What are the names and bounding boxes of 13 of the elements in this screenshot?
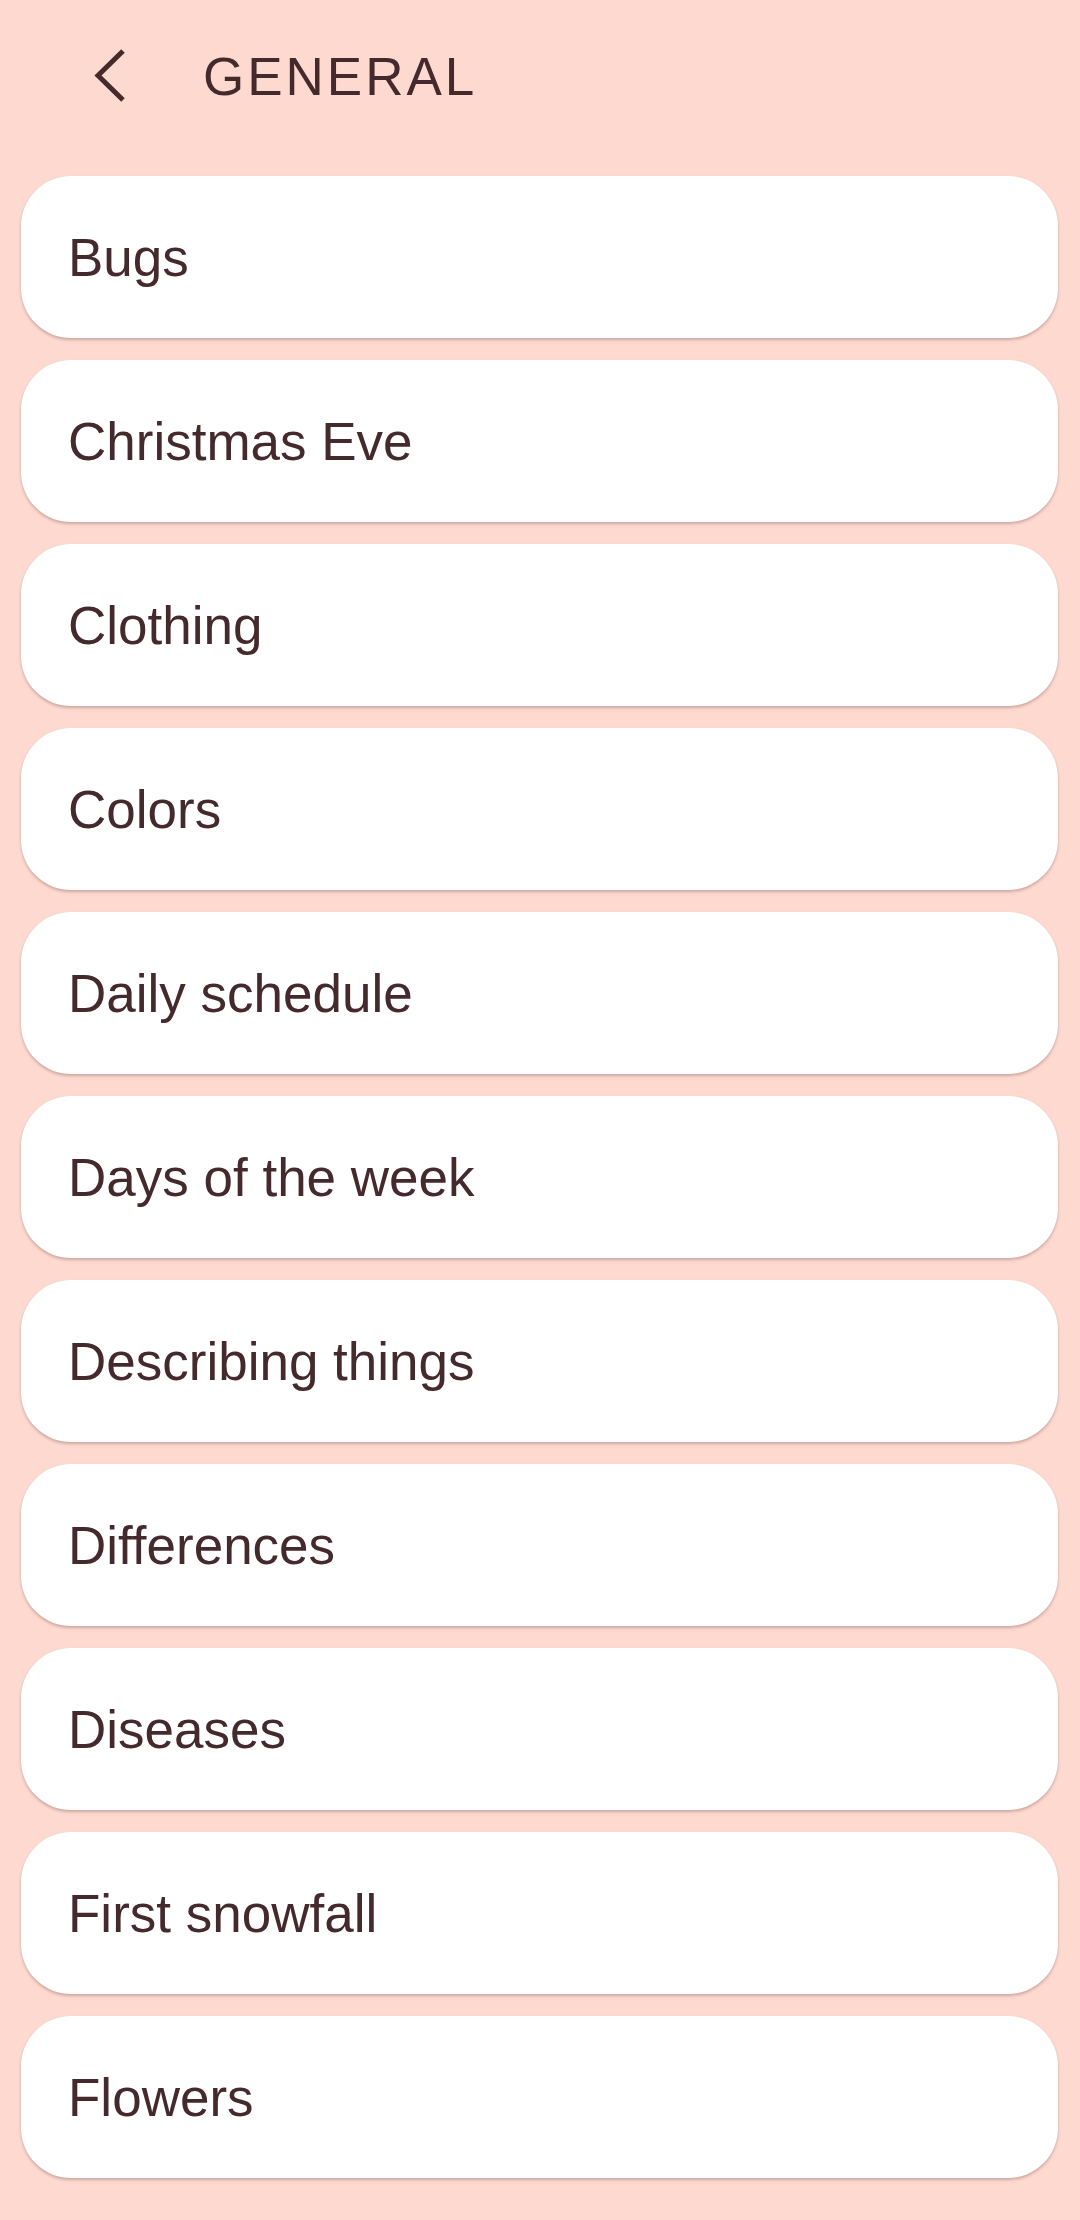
- category-item[interactable]: Days of the week: [21, 1096, 1058, 1258]
- back-icon[interactable]: [94, 48, 126, 102]
- category-item[interactable]: First snowfall: [21, 1832, 1058, 1994]
- category-item[interactable]: Clothing: [21, 544, 1058, 706]
- category-item[interactable]: Flowers: [21, 2016, 1058, 2178]
- category-item[interactable]: Daily schedule: [21, 912, 1058, 1074]
- category-item[interactable]: Diseases: [21, 1648, 1058, 1810]
- category-item[interactable]: Bugs: [21, 176, 1058, 338]
- category-item[interactable]: Colors: [21, 728, 1058, 890]
- category-item[interactable]: Describing things: [21, 1280, 1058, 1442]
- category-item[interactable]: Christmas Eve: [21, 360, 1058, 522]
- category-item[interactable]: Differences: [21, 1464, 1058, 1626]
- page-title: GENERAL: [203, 46, 478, 108]
